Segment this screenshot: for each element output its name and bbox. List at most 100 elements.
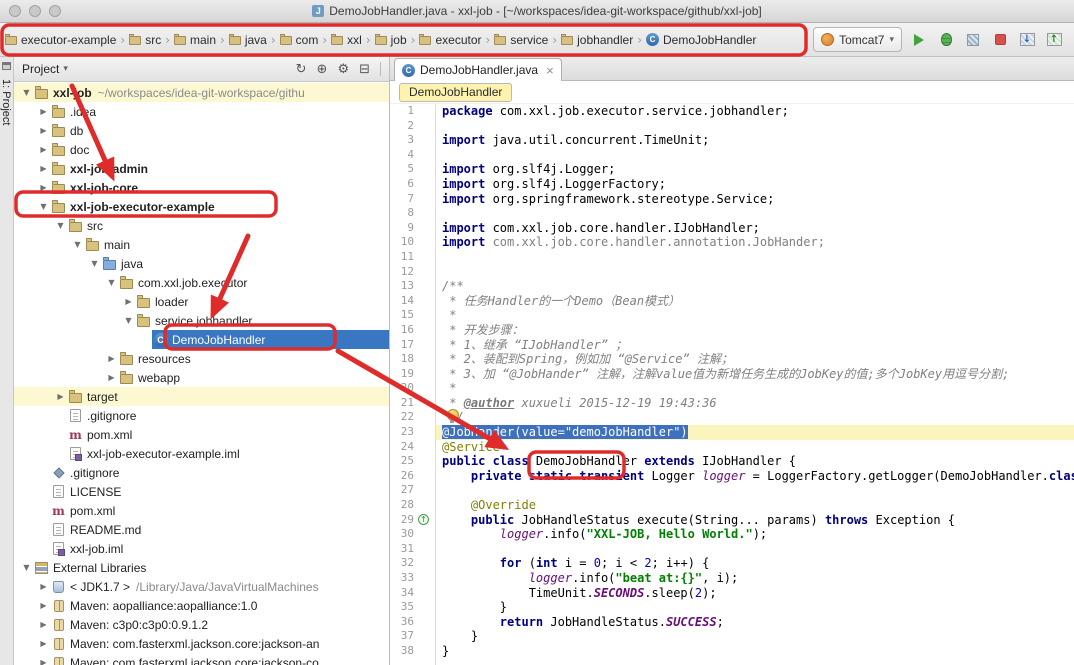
collapsed-arrow-icon[interactable]: ▶: [37, 183, 50, 192]
collapsed-arrow-icon[interactable]: ▶: [37, 658, 50, 665]
code-line-9[interactable]: import com.xxl.job.core.handler.IJobHand…: [436, 221, 1074, 236]
collapsed-arrow-icon[interactable]: ▶: [54, 392, 67, 401]
breadcrumb-item[interactable]: com: [277, 31, 322, 49]
code-line-37[interactable]: }: [436, 629, 1074, 644]
expanded-arrow-icon[interactable]: ▼: [122, 316, 135, 325]
tree-item-resources[interactable]: ▶resources: [14, 349, 389, 368]
tree-item-src[interactable]: ▼src: [14, 216, 389, 235]
tree-item-xxl-job-core[interactable]: ▶xxl-job-core: [14, 178, 389, 197]
breadcrumb-item[interactable]: src: [126, 31, 164, 49]
code-line-26[interactable]: private static transient Logger logger =…: [436, 469, 1074, 484]
code-line-16[interactable]: * 开发步骤：: [436, 323, 1074, 338]
class-name-chip[interactable]: DemoJobHandler: [399, 83, 512, 102]
expanded-arrow-icon[interactable]: ▼: [105, 278, 118, 287]
tree-item-pom-xml[interactable]: mpom.xml: [14, 425, 389, 444]
breadcrumb-item[interactable]: service: [491, 31, 551, 49]
debug-button[interactable]: [936, 30, 956, 50]
tree-item-license[interactable]: LICENSE: [14, 482, 389, 501]
code-line-38[interactable]: }: [436, 644, 1074, 659]
zoom-window-button[interactable]: [49, 5, 61, 17]
collapsed-arrow-icon[interactable]: ▶: [37, 639, 50, 648]
code-line-6[interactable]: import org.slf4j.LoggerFactory;: [436, 177, 1074, 192]
tree-item-target[interactable]: ▶target: [14, 387, 389, 406]
code-line-12[interactable]: [436, 265, 1074, 280]
code-line-21[interactable]: * @author xuxueli 2015-12-19 19:43:36: [436, 396, 1074, 411]
code-line-18[interactable]: * 2、装配到Spring，例如加 “@Service” 注解；: [436, 352, 1074, 367]
expanded-arrow-icon[interactable]: ▼: [88, 259, 101, 268]
tree-item-idea[interactable]: ▶.idea: [14, 102, 389, 121]
stop-button[interactable]: [990, 30, 1010, 50]
code-line-27[interactable]: [436, 483, 1074, 498]
tree-item-maven-aopalliance-aopalliance-1-0[interactable]: ▶Maven: aopalliance:aopalliance:1.0: [14, 596, 389, 615]
refresh-icon[interactable]: ↻: [296, 62, 307, 77]
code-line-11[interactable]: [436, 250, 1074, 265]
tree-item-gitignore[interactable]: .gitignore: [14, 463, 389, 482]
breadcrumb-item[interactable]: java: [226, 31, 270, 49]
collapsed-arrow-icon[interactable]: ▶: [37, 145, 50, 154]
breadcrumb-item[interactable]: xxl: [328, 31, 365, 49]
code-line-3[interactable]: import java.util.concurrent.TimeUnit;: [436, 133, 1074, 148]
tree-item-loader[interactable]: ▶loader: [14, 292, 389, 311]
close-tab-icon[interactable]: ×: [546, 64, 554, 77]
expanded-arrow-icon[interactable]: ▼: [20, 563, 33, 572]
collapsed-arrow-icon[interactable]: ▶: [122, 297, 135, 306]
code-lines[interactable]: package com.xxl.job.executor.service.job…: [436, 104, 1074, 665]
collapsed-arrow-icon[interactable]: ▶: [37, 164, 50, 173]
code-line-19[interactable]: * 3、加 “@JobHander” 注解，注解value值为新增任务生成的Jo…: [436, 367, 1074, 382]
tree-item-maven-c3p0-c3p0-0-9-1-2[interactable]: ▶Maven: c3p0:c3p0:0.9.1.2: [14, 615, 389, 634]
code-line-13[interactable]: /**: [436, 279, 1074, 294]
code-line-31[interactable]: [436, 542, 1074, 557]
code-line-8[interactable]: [436, 206, 1074, 221]
collapse-all-icon[interactable]: ⊟: [359, 62, 370, 77]
code-line-22[interactable]: */: [436, 410, 1074, 425]
code-line-7[interactable]: import org.springframework.stereotype.Se…: [436, 192, 1074, 207]
code-line-25[interactable]: public class DemoJobHandler extends IJob…: [436, 454, 1074, 469]
collapsed-arrow-icon[interactable]: ▶: [105, 373, 118, 382]
vcs-update-button[interactable]: ↓: [1017, 30, 1037, 50]
code-line-4[interactable]: [436, 148, 1074, 163]
code-line-23[interactable]: @JobHander(value="demoJobHandler"): [436, 425, 1074, 440]
settings-gear-icon[interactable]: ⚙: [337, 62, 349, 77]
project-tool-window-button[interactable]: 1: Project: [0, 79, 12, 125]
tree-item-java[interactable]: ▼java: [14, 254, 389, 273]
code-line-29[interactable]: public JobHandleStatus execute(String...…: [436, 513, 1074, 528]
code-line-32[interactable]: for (int i = 0; i < 2; i++) {: [436, 556, 1074, 571]
tree-item-service-jobhandler[interactable]: ▼service.jobhandler: [14, 311, 389, 330]
tree-item-maven-com-fasterxml-jackson-core-jackson-co[interactable]: ▶Maven: com.fasterxml.jackson.core:jacks…: [14, 653, 389, 665]
expanded-arrow-icon[interactable]: ▼: [20, 88, 33, 97]
tree-item-xxl-job[interactable]: ▼xxl-job~/workspaces/idea-git-workspace/…: [14, 83, 389, 102]
tree-item-jdk1-7[interactable]: ▶< JDK1.7 >/Library/Java/JavaVirtualMach…: [14, 577, 389, 596]
breadcrumb-item[interactable]: CDemoJobHandler: [643, 31, 759, 49]
tree-item-demojobhandler[interactable]: CDemoJobHandler: [14, 330, 389, 349]
code-line-10[interactable]: import com.xxl.job.core.handler.annotati…: [436, 235, 1074, 250]
editor-tab[interactable]: C DemoJobHandler.java ×: [394, 58, 562, 81]
collapsed-arrow-icon[interactable]: ▶: [37, 582, 50, 591]
collapsed-arrow-icon[interactable]: ▶: [37, 126, 50, 135]
collapsed-arrow-icon[interactable]: ▶: [37, 107, 50, 116]
minimize-window-button[interactable]: [29, 5, 41, 17]
code-line-15[interactable]: *: [436, 308, 1074, 323]
tree-item-webapp[interactable]: ▶webapp: [14, 368, 389, 387]
run-configuration-select[interactable]: Tomcat7 ▾: [813, 27, 902, 52]
breadcrumb-item[interactable]: executor-example: [2, 31, 119, 49]
tree-item-main[interactable]: ▼main: [14, 235, 389, 254]
tree-item-gitignore[interactable]: .gitignore: [14, 406, 389, 425]
code-line-28[interactable]: @Override: [436, 498, 1074, 513]
tree-item-xxl-job-executor-example-iml[interactable]: xxl-job-executor-example.iml: [14, 444, 389, 463]
code-line-14[interactable]: * 任务Handler的一个Demo（Bean模式）: [436, 294, 1074, 309]
code-line-33[interactable]: logger.info("beat at:{}", i);: [436, 571, 1074, 586]
collapsed-arrow-icon[interactable]: ▶: [37, 601, 50, 610]
close-window-button[interactable]: [9, 5, 21, 17]
code-line-24[interactable]: @Service: [436, 440, 1074, 455]
tree-item-doc[interactable]: ▶doc: [14, 140, 389, 159]
code-line-30[interactable]: logger.info("XXL-JOB, Hello World.");: [436, 527, 1074, 542]
tree-item-xxl-job-iml[interactable]: xxl-job.iml: [14, 539, 389, 558]
code-line-34[interactable]: TimeUnit.SECONDS.sleep(2);: [436, 586, 1074, 601]
expanded-arrow-icon[interactable]: ▼: [37, 202, 50, 211]
code-line-17[interactable]: * 1、继承 “IJobHandler” ；: [436, 338, 1074, 353]
expanded-arrow-icon[interactable]: ▼: [71, 240, 84, 249]
breadcrumb-item[interactable]: jobhandler: [558, 31, 636, 49]
breadcrumb-item[interactable]: main: [171, 31, 219, 49]
collapsed-arrow-icon[interactable]: ▶: [105, 354, 118, 363]
tree-item-xxl-job-executor-example[interactable]: ▼xxl-job-executor-example: [14, 197, 389, 216]
